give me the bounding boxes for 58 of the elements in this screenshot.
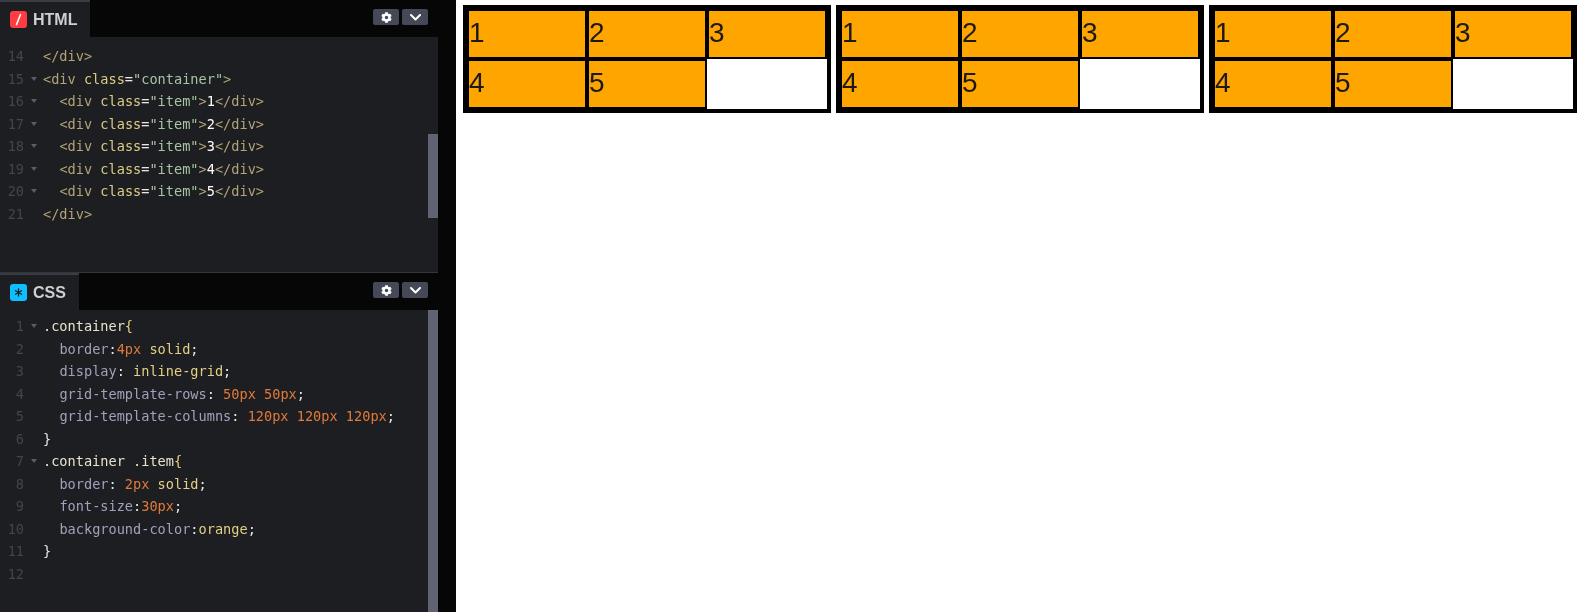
panel-tab[interactable]: CSS xyxy=(0,273,79,310)
chevron-down-icon xyxy=(409,13,421,21)
settings-icon xyxy=(380,284,392,296)
code-line: <div class="item">2</div> xyxy=(59,115,265,132)
grid-item: 3 xyxy=(1453,9,1573,59)
scrollbar-thumb[interactable] xyxy=(428,134,438,218)
grid-item: 2 xyxy=(587,9,707,59)
fold-arrow-icon[interactable] xyxy=(30,76,37,81)
grid-item: 5 xyxy=(960,59,1080,109)
chevron-down-icon xyxy=(409,286,421,294)
fold-arrow-icon[interactable] xyxy=(30,324,37,329)
code-line: <div class="container"> xyxy=(43,70,232,87)
fold-arrow-icon[interactable] xyxy=(30,189,37,194)
fold-arrow-icon[interactable] xyxy=(30,459,37,464)
grid-item: 5 xyxy=(587,59,707,109)
settings-button[interactable] xyxy=(373,9,399,25)
code-line: <div class="item">1</div> xyxy=(59,93,265,110)
grid-item: 4 xyxy=(1213,59,1333,109)
code-line: display: inline-grid; xyxy=(59,363,232,380)
code-line: .container .item{ xyxy=(43,453,183,470)
html-icon xyxy=(10,11,27,28)
code-line: border:4px solid; xyxy=(59,340,199,357)
code-line: border: 2px solid; xyxy=(59,475,207,492)
code-line: background-color:orange; xyxy=(59,520,256,537)
code-line: <div class="item">5</div> xyxy=(59,183,265,200)
code-line: </div> xyxy=(43,205,93,222)
grid-item: 4 xyxy=(840,59,960,109)
code-line: grid-template-columns: 120px 120px 120px; xyxy=(59,408,395,425)
code-line: <div class="item">4</div> xyxy=(59,160,265,177)
code-line: <div class="item">3</div> xyxy=(59,138,265,155)
css-icon xyxy=(10,284,27,301)
fold-arrow-icon[interactable] xyxy=(30,99,37,104)
code-line: } xyxy=(43,430,52,447)
code-line: grid-template-rows: 50px 50px; xyxy=(59,385,305,402)
code-line: </div> xyxy=(43,48,93,65)
grid-item: 3 xyxy=(1080,9,1200,59)
grid-item: 2 xyxy=(960,9,1080,59)
dropdown-button[interactable] xyxy=(402,282,428,298)
grid-item: 1 xyxy=(840,9,960,59)
grid-item: 3 xyxy=(707,9,827,59)
fold-arrow-icon[interactable] xyxy=(30,144,37,149)
dropdown-button[interactable] xyxy=(402,9,428,25)
code-line: font-size:30px; xyxy=(59,498,183,515)
grid-item: 1 xyxy=(467,9,587,59)
grid-item: 1 xyxy=(1213,9,1333,59)
code-line: .container{ xyxy=(43,318,134,335)
settings-icon xyxy=(380,11,392,23)
grid-item: 2 xyxy=(1333,9,1453,59)
scrollbar-thumb[interactable] xyxy=(428,310,438,612)
code-line: } xyxy=(43,543,52,560)
panel-title: CSS xyxy=(33,283,66,302)
fold-arrow-icon[interactable] xyxy=(30,166,37,171)
settings-button[interactable] xyxy=(373,282,399,298)
grid-item: 4 xyxy=(467,59,587,109)
fold-arrow-icon[interactable] xyxy=(30,121,37,126)
grid-item: 5 xyxy=(1333,59,1453,109)
panel-tab[interactable]: HTML xyxy=(0,0,91,37)
panel-title: HTML xyxy=(33,10,78,29)
